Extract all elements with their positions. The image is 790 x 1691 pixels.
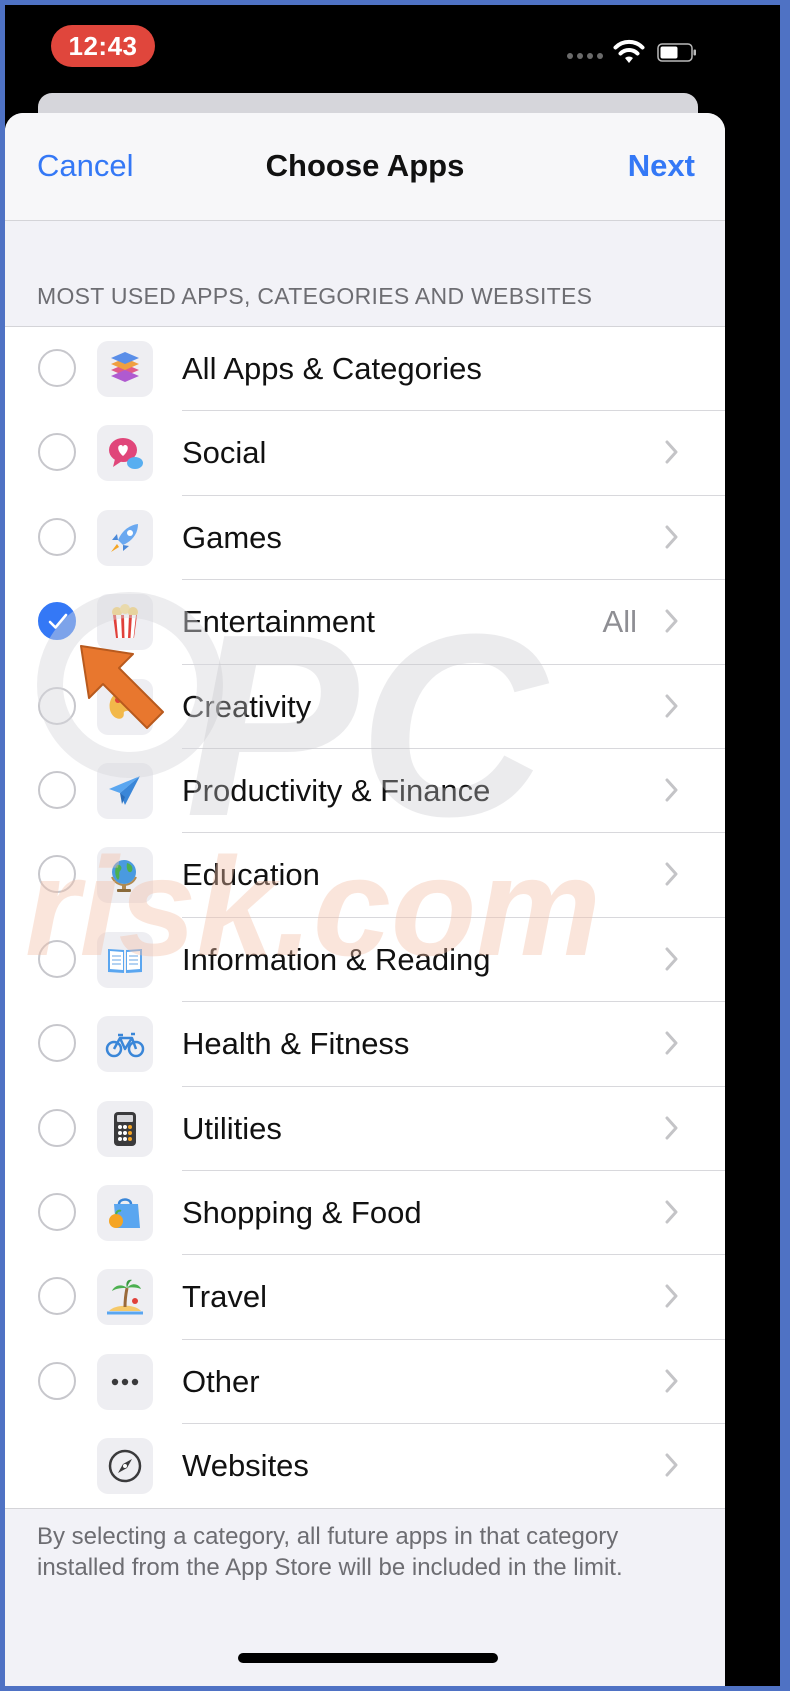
globe-icon bbox=[97, 847, 153, 904]
category-row-travel[interactable]: Travel bbox=[5, 1255, 725, 1340]
battery-icon bbox=[657, 43, 696, 62]
category-label: Creativity bbox=[182, 688, 312, 724]
category-label: All Apps & Categories bbox=[182, 351, 482, 386]
chevron-right-icon bbox=[665, 1116, 678, 1140]
category-label: Other bbox=[182, 1363, 260, 1399]
bicycle-icon bbox=[97, 1016, 153, 1073]
calculator-icon bbox=[97, 1100, 153, 1157]
chevron-right-icon bbox=[665, 525, 678, 549]
choose-apps-sheet: Cancel Choose Apps Next MOST USED APPS, … bbox=[5, 113, 725, 1686]
paper-plane-icon bbox=[97, 762, 153, 819]
chevron-right-icon bbox=[665, 1031, 678, 1055]
stack-icon bbox=[97, 341, 153, 397]
category-label: Websites bbox=[182, 1448, 309, 1484]
chevron-right-icon bbox=[665, 1369, 678, 1393]
category-row-health-fitness[interactable]: Health & Fitness bbox=[5, 1002, 725, 1087]
phone-screen: 12:43 Cancel Choose Apps Next MOST USED … bbox=[5, 5, 780, 1686]
category-label: Social bbox=[182, 435, 267, 471]
status-time: 12:43 bbox=[51, 25, 155, 67]
next-button[interactable]: Next bbox=[628, 148, 695, 184]
speech-bubble-heart-icon bbox=[97, 425, 153, 482]
rocket-icon bbox=[97, 509, 153, 566]
selection-radio[interactable] bbox=[38, 855, 76, 894]
category-row-education[interactable]: Education bbox=[5, 833, 725, 918]
category-row-games[interactable]: Games bbox=[5, 496, 725, 581]
home-indicator[interactable] bbox=[238, 1653, 498, 1663]
selection-radio[interactable] bbox=[38, 1108, 76, 1147]
category-row-utilities[interactable]: Utilities bbox=[5, 1087, 725, 1171]
selection-radio[interactable] bbox=[38, 939, 76, 978]
category-label: Education bbox=[182, 857, 320, 893]
category-list: All Apps & Categories Social Games Enter… bbox=[5, 326, 725, 1510]
chevron-right-icon bbox=[665, 778, 678, 802]
shopping-bag-icon bbox=[97, 1184, 153, 1241]
category-row-other[interactable]: Other bbox=[5, 1340, 725, 1425]
open-book-icon bbox=[97, 931, 153, 988]
category-row-information-reading[interactable]: Information & Reading bbox=[5, 918, 725, 1003]
chevron-right-icon bbox=[665, 440, 678, 464]
section-header: MOST USED APPS, CATEGORIES AND WEBSITES bbox=[37, 283, 593, 309]
selection-radio[interactable] bbox=[38, 349, 76, 387]
category-label: Games bbox=[182, 519, 282, 555]
category-label: Shopping & Food bbox=[182, 1194, 422, 1230]
chevron-right-icon bbox=[665, 1453, 678, 1477]
selection-detail: All bbox=[602, 604, 637, 640]
category-label: Travel bbox=[182, 1279, 267, 1315]
category-row-shopping-food[interactable]: Shopping & Food bbox=[5, 1171, 725, 1256]
category-label: Entertainment bbox=[182, 604, 375, 640]
chevron-right-icon bbox=[665, 947, 678, 971]
chevron-right-icon bbox=[665, 609, 678, 633]
selection-radio[interactable] bbox=[38, 433, 76, 472]
category-row-websites[interactable]: Websites bbox=[5, 1424, 725, 1508]
selection-radio[interactable] bbox=[38, 1024, 76, 1063]
category-label: Information & Reading bbox=[182, 941, 491, 977]
category-label: Health & Fitness bbox=[182, 1026, 410, 1062]
wifi-icon bbox=[613, 39, 645, 63]
pointer-arrow-icon bbox=[80, 645, 164, 729]
category-row-all-apps[interactable]: All Apps & Categories bbox=[5, 327, 725, 412]
category-label: Utilities bbox=[182, 1110, 282, 1146]
selection-radio[interactable] bbox=[38, 517, 76, 556]
footer-description: By selecting a category, all future apps… bbox=[37, 1523, 623, 1581]
category-label: Productivity & Finance bbox=[182, 772, 491, 808]
selection-radio[interactable] bbox=[38, 686, 76, 725]
status-bar: 12:43 bbox=[5, 5, 780, 95]
chevron-right-icon bbox=[665, 694, 678, 718]
category-row-productivity-finance[interactable]: Productivity & Finance bbox=[5, 749, 725, 834]
chevron-right-icon bbox=[665, 862, 678, 886]
checkmark-icon bbox=[48, 613, 68, 629]
selection-radio[interactable] bbox=[38, 1192, 76, 1231]
selection-radio-checked[interactable] bbox=[38, 602, 76, 641]
selection-radio[interactable] bbox=[38, 770, 76, 809]
navigation-bar: Cancel Choose Apps Next bbox=[5, 113, 725, 221]
selection-radio[interactable] bbox=[38, 1277, 76, 1316]
chevron-right-icon bbox=[665, 1200, 678, 1224]
chevron-right-icon bbox=[665, 1284, 678, 1308]
palm-tree-icon bbox=[97, 1269, 153, 1326]
selection-radio[interactable] bbox=[38, 1361, 76, 1400]
ellipsis-icon bbox=[97, 1353, 153, 1410]
page-title: Choose Apps bbox=[265, 148, 465, 183]
compass-icon bbox=[97, 1438, 153, 1495]
category-row-social[interactable]: Social bbox=[5, 411, 725, 496]
